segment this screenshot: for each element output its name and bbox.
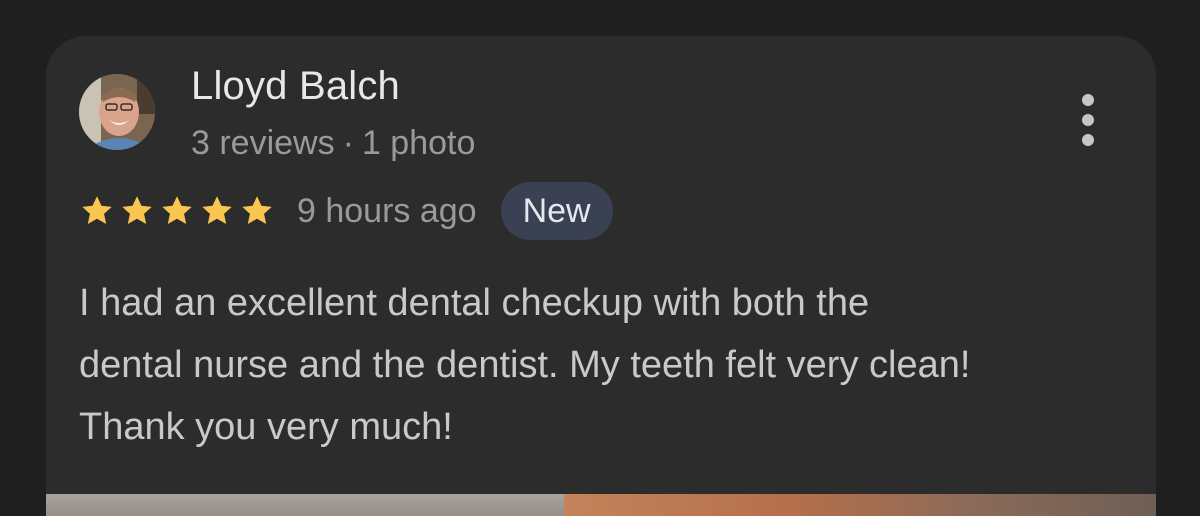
review-photo[interactable] [46, 494, 564, 516]
star-icon [202, 196, 232, 224]
avatar-image [79, 74, 155, 150]
more-options-button[interactable] [1068, 90, 1108, 150]
reviewer-avatar[interactable] [79, 74, 155, 150]
more-vertical-icon [1082, 94, 1094, 106]
rating-row: 9 hours ago New [79, 182, 613, 240]
review-text-line: dental nurse and the dentist. My teeth f… [79, 344, 971, 386]
star-icon [82, 196, 112, 224]
meta-separator: · [342, 124, 354, 162]
photos-count: 1 photo [361, 124, 476, 162]
more-vertical-icon-dot [1082, 134, 1094, 146]
star-icon [122, 196, 152, 224]
review-photos[interactable] [46, 494, 1156, 516]
reviewer-meta: 3 reviews · 1 photo [191, 124, 475, 163]
more-vertical-icon-dot [1082, 114, 1094, 126]
new-badge: New [500, 182, 613, 240]
review-photo[interactable] [564, 494, 1156, 516]
review-text-line: I had an excellent dental checkup with b… [79, 282, 870, 324]
star-rating [79, 193, 275, 229]
reviews-count: 3 reviews [191, 124, 335, 162]
star-icon [162, 196, 192, 224]
review-text: I had an excellent dental checkup with b… [79, 272, 1139, 458]
reviewer-name[interactable]: Lloyd Balch [191, 64, 400, 109]
review-card: Lloyd Balch 3 reviews · 1 photo 9 hours ag… [46, 36, 1156, 516]
review-text-line: Thank you very much! [79, 406, 453, 448]
star-icon [242, 196, 272, 224]
review-time: 9 hours ago [297, 191, 477, 230]
